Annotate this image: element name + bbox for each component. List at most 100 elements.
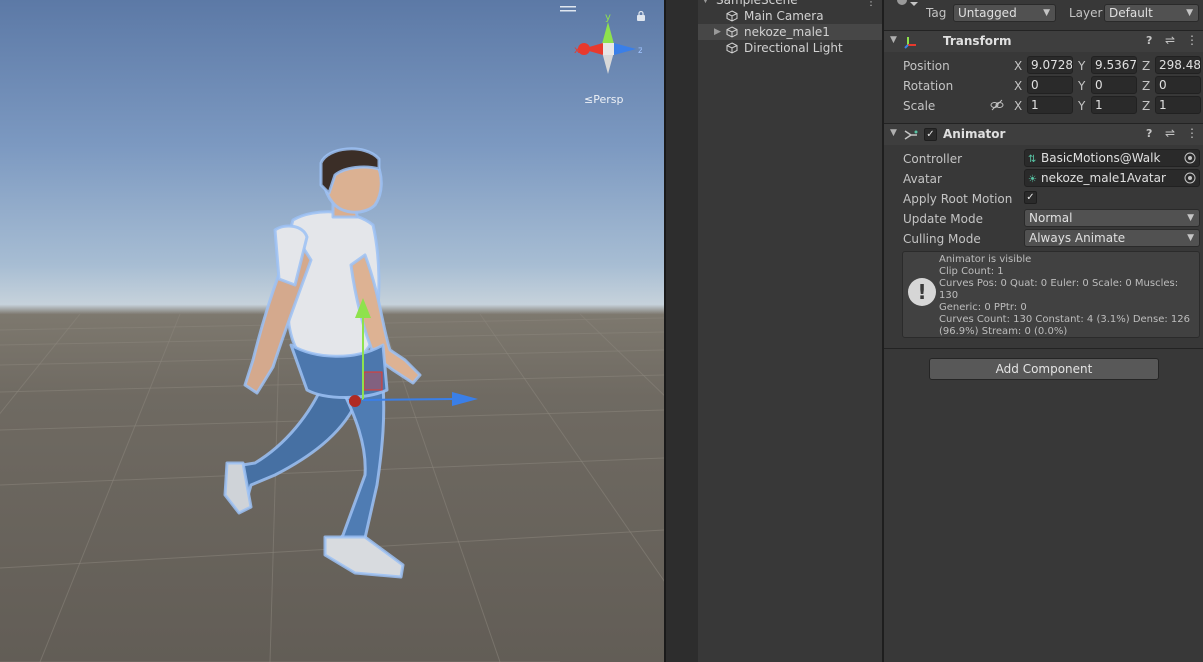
projection-toggle[interactable]: ≤Persp bbox=[584, 93, 623, 106]
persp-icon: ≤ bbox=[584, 93, 594, 106]
rotation-x-field[interactable]: 0 bbox=[1027, 76, 1073, 94]
add-component-button[interactable]: Add Component bbox=[929, 358, 1159, 380]
scale-z-axis-label[interactable]: Z bbox=[1142, 99, 1150, 113]
controller-value: BasicMotions@Walk bbox=[1041, 151, 1161, 165]
chevron-right-icon[interactable]: ▶ bbox=[714, 24, 721, 40]
hierarchy-panel: ▼ SampleScene Main Camera ▶ nekoze_male1… bbox=[666, 0, 882, 662]
move-y-arrow-icon bbox=[355, 298, 371, 318]
hierarchy-item-directional-light[interactable]: Directional Light bbox=[698, 40, 882, 56]
scene-root-row[interactable]: ▼ SampleScene bbox=[698, 0, 882, 8]
hierarchy-item-label: nekoze_male1 bbox=[744, 25, 830, 39]
scene-name: SampleScene bbox=[716, 0, 798, 7]
scale-y-axis-label[interactable]: Y bbox=[1078, 99, 1085, 113]
transform-header[interactable]: ▼ Transform ? ⇌ ⋮ bbox=[884, 30, 1203, 52]
gameobject-cube-icon bbox=[726, 10, 738, 22]
chevron-down-icon[interactable]: ▼ bbox=[890, 128, 897, 138]
preset-icon[interactable]: ⇌ bbox=[1165, 126, 1175, 140]
avatar-icon: ☀ bbox=[1028, 174, 1037, 185]
position-x-axis-label[interactable]: X bbox=[1014, 59, 1022, 73]
chevron-down-icon: ▼ bbox=[1043, 8, 1050, 18]
animator-header[interactable]: ▼ ✓ Animator ? ⇌ ⋮ bbox=[884, 123, 1203, 145]
more-options-icon[interactable]: ⋮ bbox=[866, 0, 876, 8]
position-y-field[interactable]: 9.5367 bbox=[1091, 56, 1137, 74]
position-y-axis-label[interactable]: Y bbox=[1078, 59, 1085, 73]
apply-root-motion-checkbox[interactable]: ✓ bbox=[1024, 191, 1037, 204]
hierarchy-item-nekoze-male1[interactable]: ▶ nekoze_male1 bbox=[698, 24, 882, 40]
culling-mode-dropdown[interactable]: Always Animate ▼ bbox=[1024, 229, 1200, 247]
chevron-down-icon: ▼ bbox=[1187, 213, 1194, 223]
gizmo-z-cone-icon bbox=[614, 43, 636, 55]
transform-title: Transform bbox=[943, 34, 1012, 48]
move-tool-handles[interactable] bbox=[330, 290, 490, 420]
info-line: (96.9%) Stream: 0 (0.0%) bbox=[939, 326, 1068, 337]
position-label: Position bbox=[903, 59, 950, 73]
culling-mode-label: Culling Mode bbox=[903, 232, 981, 246]
scale-y-field[interactable]: 1 bbox=[1091, 96, 1137, 114]
info-line: Clip Count: 1 bbox=[939, 266, 1004, 277]
info-line: Generic: 0 PPtr: 0 bbox=[939, 302, 1027, 313]
more-options-icon[interactable]: ⋮ bbox=[1186, 33, 1198, 47]
gameobject-cube-icon bbox=[726, 42, 738, 54]
animator-icon bbox=[904, 130, 918, 140]
chevron-down-icon: ▼ bbox=[1186, 8, 1193, 18]
scale-z-field[interactable]: 1 bbox=[1155, 96, 1201, 114]
chevron-down-icon: ▼ bbox=[1187, 233, 1194, 243]
move-x-handle-icon bbox=[349, 395, 361, 407]
controller-field[interactable]: ⇅ BasicMotions@Walk bbox=[1024, 149, 1200, 167]
rotation-label: Rotation bbox=[903, 79, 954, 93]
constrain-proportions-icon[interactable] bbox=[990, 99, 1004, 111]
hierarchy-item-main-camera[interactable]: Main Camera bbox=[698, 8, 882, 24]
animator-controller-icon: ⇅ bbox=[1028, 154, 1037, 165]
gizmo-y-label: y bbox=[605, 12, 611, 23]
rotation-y-field[interactable]: 0 bbox=[1091, 76, 1137, 94]
update-mode-value: Normal bbox=[1029, 211, 1073, 225]
gameobject-icon[interactable] bbox=[894, 0, 920, 10]
avatar-value: nekoze_male1Avatar bbox=[1041, 171, 1166, 185]
help-icon[interactable]: ? bbox=[1146, 34, 1152, 47]
animator-title: Animator bbox=[943, 127, 1006, 141]
chevron-down-icon[interactable]: ▼ bbox=[890, 35, 897, 45]
info-line: Curves Pos: 0 Quat: 0 Euler: 0 Scale: 0 … bbox=[939, 278, 1179, 301]
rotation-z-axis-label[interactable]: Z bbox=[1142, 79, 1150, 93]
transform-icon bbox=[904, 37, 916, 49]
avatar-field[interactable]: ☀ nekoze_male1Avatar bbox=[1024, 169, 1200, 187]
more-options-icon[interactable]: ⋮ bbox=[1186, 126, 1198, 140]
tag-label: Tag bbox=[926, 6, 947, 20]
culling-mode-value: Always Animate bbox=[1029, 231, 1126, 245]
position-z-axis-label[interactable]: Z bbox=[1142, 59, 1150, 73]
controller-label: Controller bbox=[903, 152, 963, 166]
position-z-field[interactable]: 298.48 bbox=[1155, 56, 1201, 74]
layer-label: Layer bbox=[1069, 6, 1103, 20]
rotation-y-axis-label[interactable]: Y bbox=[1078, 79, 1085, 93]
rotation-x-axis-label[interactable]: X bbox=[1014, 79, 1022, 93]
scene-view[interactable]: y x z ≤Persp bbox=[0, 0, 664, 662]
chevron-down-icon[interactable]: ▼ bbox=[702, 0, 709, 8]
animator-info-box: ! Animator is visible Clip Count: 1 Curv… bbox=[902, 251, 1200, 338]
inspector-panel: Tag Untagged ▼ Layer Default ▼ ▼ Transfo… bbox=[884, 0, 1203, 662]
animator-info-text: Animator is visible Clip Count: 1 Curves… bbox=[939, 254, 1199, 338]
orientation-gizmo[interactable]: y x z bbox=[572, 10, 643, 90]
layer-dropdown[interactable]: Default ▼ bbox=[1104, 4, 1199, 22]
scale-x-field[interactable]: 1 bbox=[1027, 96, 1073, 114]
rotation-z-field[interactable]: 0 bbox=[1155, 76, 1201, 94]
gizmo-x-label: x bbox=[574, 45, 580, 56]
avatar-label: Avatar bbox=[903, 172, 942, 186]
position-x-field[interactable]: 9.0728 bbox=[1027, 56, 1073, 74]
scene-menu-icon[interactable] bbox=[559, 2, 577, 12]
projection-label: Persp bbox=[593, 93, 624, 106]
object-picker-icon[interactable] bbox=[1183, 151, 1197, 165]
scale-x-axis-label[interactable]: X bbox=[1014, 99, 1022, 113]
hierarchy-item-label: Main Camera bbox=[744, 9, 824, 23]
preset-icon[interactable]: ⇌ bbox=[1165, 33, 1175, 47]
update-mode-label: Update Mode bbox=[903, 212, 983, 226]
gameobject-cube-icon bbox=[726, 26, 738, 38]
tag-value: Untagged bbox=[958, 6, 1017, 20]
hierarchy-item-label: Directional Light bbox=[744, 41, 843, 55]
animator-enabled-checkbox[interactable]: ✓ bbox=[924, 128, 937, 141]
tag-dropdown[interactable]: Untagged ▼ bbox=[953, 4, 1056, 22]
info-icon: ! bbox=[908, 278, 936, 306]
update-mode-dropdown[interactable]: Normal ▼ bbox=[1024, 209, 1200, 227]
help-icon[interactable]: ? bbox=[1146, 127, 1152, 140]
move-z-arrow-icon bbox=[452, 392, 478, 406]
object-picker-icon[interactable] bbox=[1183, 171, 1197, 185]
